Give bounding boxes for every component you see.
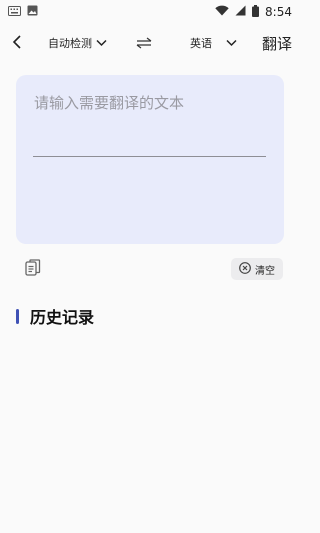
- chevron-left-icon: [12, 34, 22, 53]
- chevron-down-icon: [96, 37, 107, 50]
- target-language-label: 英语: [190, 37, 212, 50]
- battery-icon: [252, 4, 260, 20]
- clear-button-label: 清空: [255, 265, 275, 277]
- status-bar-left: [8, 5, 38, 19]
- wifi-icon: [215, 5, 229, 19]
- image-icon: [27, 5, 38, 19]
- source-language-selector[interactable]: 自动检测: [48, 32, 107, 54]
- history-section-header: 历史记录: [16, 305, 94, 327]
- clear-button[interactable]: 清空: [231, 258, 283, 280]
- target-language-selector[interactable]: 英语: [190, 32, 237, 54]
- paste-button[interactable]: [24, 259, 42, 281]
- source-language-label: 自动检测: [48, 37, 92, 50]
- history-accent-bar: [16, 308, 19, 324]
- input-underline: [33, 156, 266, 157]
- chevron-down-icon: [226, 37, 237, 50]
- cellular-signal-icon: [235, 5, 246, 19]
- translate-button[interactable]: 翻译: [262, 32, 292, 54]
- text-input-placeholder[interactable]: 请输入需要翻译的文本: [34, 92, 184, 113]
- swap-languages-button[interactable]: [135, 34, 153, 52]
- top-toolbar: 自动检测 英语 翻译: [0, 28, 300, 58]
- input-card[interactable]: 请输入需要翻译的文本: [16, 75, 284, 244]
- clear-circle-icon: [239, 261, 251, 277]
- keyboard-icon: [8, 5, 21, 19]
- status-time: 8:54: [265, 5, 292, 19]
- paste-icon: [25, 259, 41, 281]
- status-bar: 8:54: [0, 0, 300, 24]
- back-button[interactable]: [8, 34, 26, 52]
- history-title: 历史记录: [30, 308, 95, 327]
- swap-arrows-icon: [136, 34, 152, 53]
- status-bar-right: 8:54: [215, 4, 292, 20]
